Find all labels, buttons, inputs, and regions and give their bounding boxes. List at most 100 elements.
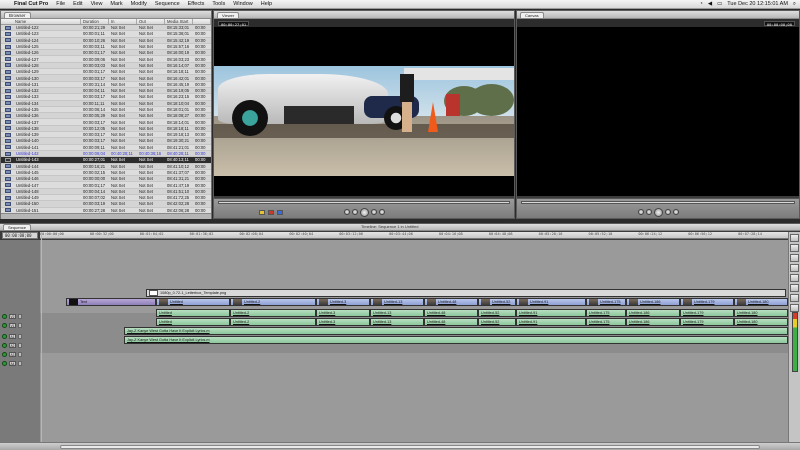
canvas-prev-edit-button[interactable] xyxy=(637,209,644,215)
track-head-a3[interactable]: A3 xyxy=(0,350,40,358)
column-in[interactable]: In xyxy=(109,19,137,24)
timeline-clip[interactable]: Untitled-179 xyxy=(680,309,734,317)
timeline-empty-audio-area[interactable] xyxy=(40,353,788,442)
track-head-a1[interactable]: A1 xyxy=(0,332,40,340)
canvas-play-around-button[interactable] xyxy=(664,209,671,215)
track-visibility-icon[interactable] xyxy=(2,333,7,339)
canvas-play-in-out-button[interactable] xyxy=(645,209,652,215)
track-visibility-icon[interactable] xyxy=(2,360,7,366)
timeline-clip[interactable]: Untitled-186 xyxy=(626,318,680,326)
lock-icon[interactable] xyxy=(18,342,22,348)
roll-tool-icon[interactable] xyxy=(790,264,799,272)
viewer-play-in-out-button[interactable] xyxy=(351,209,358,215)
timeline-clip[interactable]: Untitled-175 xyxy=(586,298,626,306)
timeline-clip[interactable]: Untitled-180 xyxy=(734,309,788,317)
timeline-clip[interactable]: Untitled-180 xyxy=(734,318,788,326)
menu-tools[interactable]: Tools xyxy=(208,1,229,7)
timeline-clip[interactable]: Untitled-179 xyxy=(680,318,734,326)
clip-text[interactable]: Text xyxy=(66,298,156,306)
timeline-clip[interactable]: Untitled-13 xyxy=(370,318,424,326)
timeline-clip[interactable]: Untitled-3 xyxy=(316,318,370,326)
timeline-clip[interactable]: Untitled-91 xyxy=(516,318,586,326)
timeline-current-timecode[interactable]: 00:00:00;00 xyxy=(2,232,38,239)
timeline-clip[interactable]: Untitled-52 xyxy=(478,298,516,306)
timeline-clip[interactable]: Untitled-175 xyxy=(586,309,626,317)
menu-effects[interactable]: Effects xyxy=(184,1,209,7)
track-visibility-icon[interactable] xyxy=(2,322,7,328)
tab-canvas[interactable]: Canvas xyxy=(520,12,544,18)
timeline-clip[interactable]: Untitled-175 xyxy=(586,318,626,326)
viewer-play-button[interactable] xyxy=(359,207,369,217)
clip-audio-song-a4[interactable]: Jay-Z Kanye West Gotta Have It Explicit … xyxy=(124,336,788,344)
razor-tool-icon[interactable] xyxy=(790,284,799,292)
slip-tool-icon[interactable] xyxy=(790,274,799,282)
menu-view[interactable]: View xyxy=(87,1,107,7)
menu-mark[interactable]: Mark xyxy=(106,1,126,7)
track-visibility-icon[interactable] xyxy=(2,351,7,357)
timeline-clip[interactable]: Untitled-186 xyxy=(626,298,680,306)
menu-file[interactable]: File xyxy=(52,1,69,7)
viewer-duration[interactable]: 00:00:27;01 xyxy=(218,20,250,27)
clip-audio-song-a3[interactable]: Jay-Z Kanye West Gotta Have It Explicit … xyxy=(124,327,788,335)
timeline-clip[interactable]: Untitled xyxy=(156,298,230,306)
menu-modify[interactable]: Modify xyxy=(127,1,151,7)
timeline-clip[interactable]: Untitled-13 xyxy=(370,298,424,306)
track-select-tool-icon[interactable] xyxy=(790,254,799,262)
wifi-icon[interactable]: ◔ xyxy=(700,1,703,7)
timeline-clip[interactable]: Untitled-91 xyxy=(516,298,586,306)
canvas-next-edit-button[interactable] xyxy=(672,209,679,215)
canvas-play-button[interactable] xyxy=(653,207,663,217)
menu-help[interactable]: Help xyxy=(257,1,276,7)
menu-sequence[interactable]: Sequence xyxy=(151,1,184,7)
timeline-clip[interactable]: Untitled-180 xyxy=(734,298,788,306)
menu-window[interactable]: Window xyxy=(229,1,257,7)
timeline-clip[interactable]: Untitled-2 xyxy=(230,298,316,306)
column-duration[interactable]: Duration xyxy=(81,19,109,24)
lock-icon[interactable] xyxy=(18,360,22,366)
menu-edit[interactable]: Edit xyxy=(69,1,86,7)
timeline-clip[interactable]: Untitled-48 xyxy=(424,309,478,317)
track-head-a4[interactable]: A4 xyxy=(0,359,40,367)
timeline-clip[interactable]: Untitled-48 xyxy=(424,318,478,326)
tab-browser[interactable]: Browser xyxy=(4,12,31,18)
viewer-prev-edit-button[interactable] xyxy=(343,209,350,215)
timeline-clip[interactable]: Untitled-13 xyxy=(370,309,424,317)
canvas-timecode[interactable]: 00:00:00;00 xyxy=(763,20,795,27)
timeline-clip[interactable]: Untitled-48 xyxy=(424,298,478,306)
track-head-v1[interactable]: V1 xyxy=(0,321,40,329)
timeline-clip[interactable]: Untitled-91 xyxy=(516,309,586,317)
battery-icon[interactable]: ▭ xyxy=(717,1,722,7)
timeline-clip[interactable]: Untitled-2 xyxy=(230,309,316,317)
track-head-v2[interactable]: V2 xyxy=(0,312,40,320)
timeline-clip[interactable]: Untitled-52 xyxy=(478,318,516,326)
track-head-a2[interactable]: A2 xyxy=(0,341,40,349)
lock-icon[interactable] xyxy=(18,313,22,319)
timeline-clip[interactable]: Untitled-52 xyxy=(478,309,516,317)
hand-tool-icon[interactable] xyxy=(790,304,799,312)
timeline-playhead[interactable] xyxy=(41,232,42,442)
viewer-video[interactable] xyxy=(214,27,514,196)
canvas-video[interactable] xyxy=(517,27,799,196)
browser-scrollbar[interactable] xyxy=(1,213,211,219)
selection-tool-icon[interactable] xyxy=(790,234,799,242)
menu-app[interactable]: Final Cut Pro xyxy=(10,1,52,7)
timeline-clip[interactable]: Untitled-186 xyxy=(626,309,680,317)
zoom-tool-icon[interactable] xyxy=(790,294,799,302)
timeline-ruler[interactable]: 00:00:00;00 00:00:32;00 00:01:04;02 00:01:3… xyxy=(40,232,788,239)
timeline-clip[interactable]: Untitled-2 xyxy=(230,318,316,326)
lock-icon[interactable] xyxy=(18,351,22,357)
column-media-start[interactable]: Media Start xyxy=(165,19,193,24)
clip-row[interactable]: Untitled-151 00:00:27;28 Not Set Not Set 08:… xyxy=(1,207,211,213)
tab-sequence[interactable]: Sequence xyxy=(3,224,32,230)
tab-viewer[interactable]: Viewer xyxy=(217,12,240,18)
viewer-play-around-button[interactable] xyxy=(370,209,377,215)
timeline-clip[interactable]: Untitled-179 xyxy=(680,298,734,306)
viewer-scrubber[interactable] xyxy=(218,201,510,204)
column-name[interactable]: Name xyxy=(1,19,81,24)
clip-letterbox-template[interactable]: 1080p_0.72-1_Letterbox_Template.png xyxy=(146,289,786,297)
timeline-clip[interactable]: Untitled-3 xyxy=(316,309,370,317)
timeline-clip[interactable]: Untitled-3 xyxy=(316,298,370,306)
column-extra[interactable] xyxy=(193,19,211,24)
canvas-scrubber[interactable] xyxy=(521,201,795,204)
spotlight-icon[interactable]: ⌕ xyxy=(793,1,796,8)
